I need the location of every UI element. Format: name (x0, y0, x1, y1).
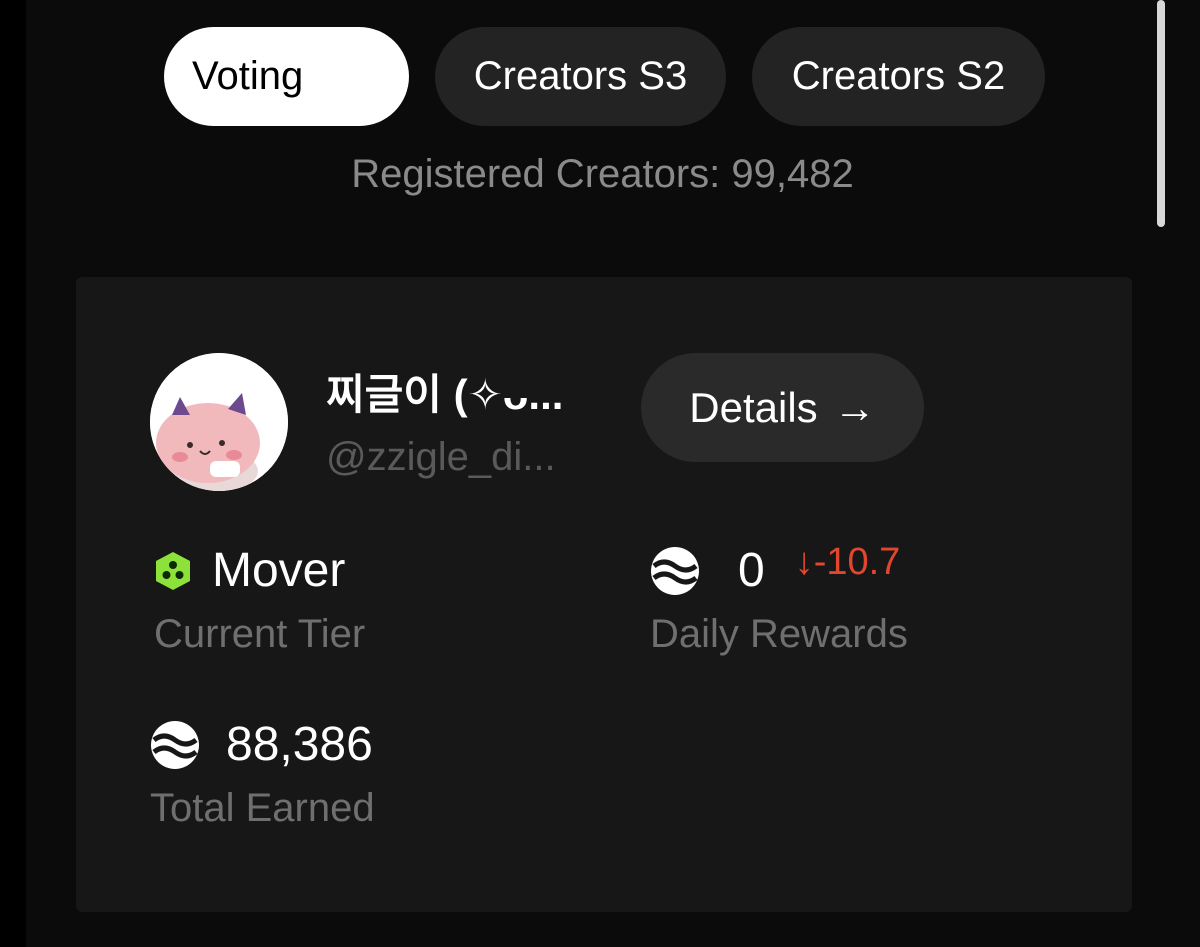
stat-current-tier: Mover Current Tier (154, 543, 365, 657)
daily-rewards-delta: ↓-10.7 (794, 541, 901, 583)
stat-daily-rewards: 0 ↓-10.7 Daily Rewards (650, 541, 908, 657)
left-edge (0, 0, 26, 947)
tier-label: Current Tier (154, 612, 366, 656)
sui-token-icon (650, 546, 700, 596)
registered-creators-count: Registered Creators: 99,482 (351, 152, 854, 196)
avatar-image (150, 353, 288, 491)
tier-hexagon-icon (154, 551, 192, 591)
creator-name: 찌글이 (✧ᴗ... (326, 371, 564, 418)
total-earned-value: 88,386 (226, 718, 373, 771)
details-button-label: Details (689, 383, 818, 431)
daily-rewards-label: Daily Rewards (650, 612, 908, 656)
total-earned-label: Total Earned (150, 786, 375, 830)
sui-token-icon (150, 720, 200, 770)
tab-bar: Voting Creators S3 Creators S2 (164, 27, 1045, 126)
tab-voting[interactable]: Voting (164, 27, 409, 126)
page: Voting Creators S3 Creators S2 Registere… (0, 0, 1200, 947)
creator-card: 찌글이 (✧ᴗ... @zzigle_di... Details → Mover… (76, 277, 1132, 912)
tier-value: Mover (212, 544, 346, 597)
creator-handle: @zzigle_di... (326, 435, 556, 479)
tab-creators-s2[interactable]: Creators S2 (752, 27, 1045, 126)
arrow-right-icon: → (833, 383, 876, 431)
stat-total-earned: 88,386 Total Earned (150, 717, 375, 831)
details-button[interactable]: Details → (641, 353, 924, 462)
tab-creators-s3[interactable]: Creators S3 (435, 27, 726, 126)
daily-rewards-value: 0 (738, 544, 765, 597)
avatar (150, 353, 288, 491)
